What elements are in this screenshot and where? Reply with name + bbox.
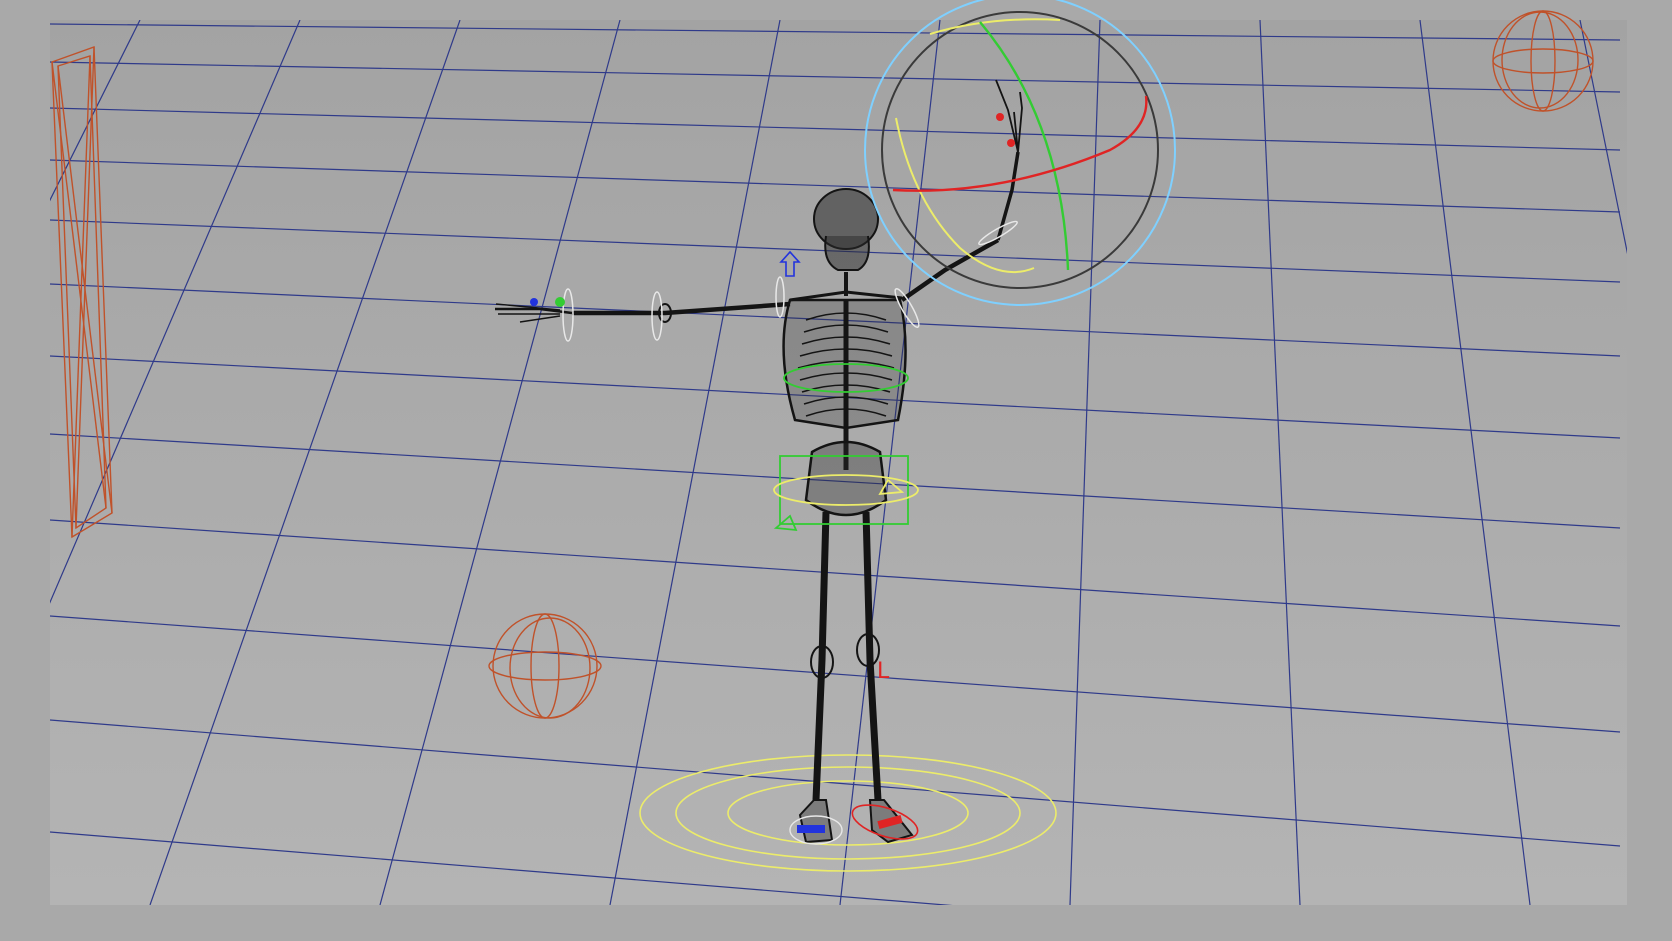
viewport-canvas[interactable]: L (0, 0, 1672, 941)
foot-side-label: L (877, 659, 890, 684)
viewport-3d[interactable]: L (0, 0, 1672, 941)
